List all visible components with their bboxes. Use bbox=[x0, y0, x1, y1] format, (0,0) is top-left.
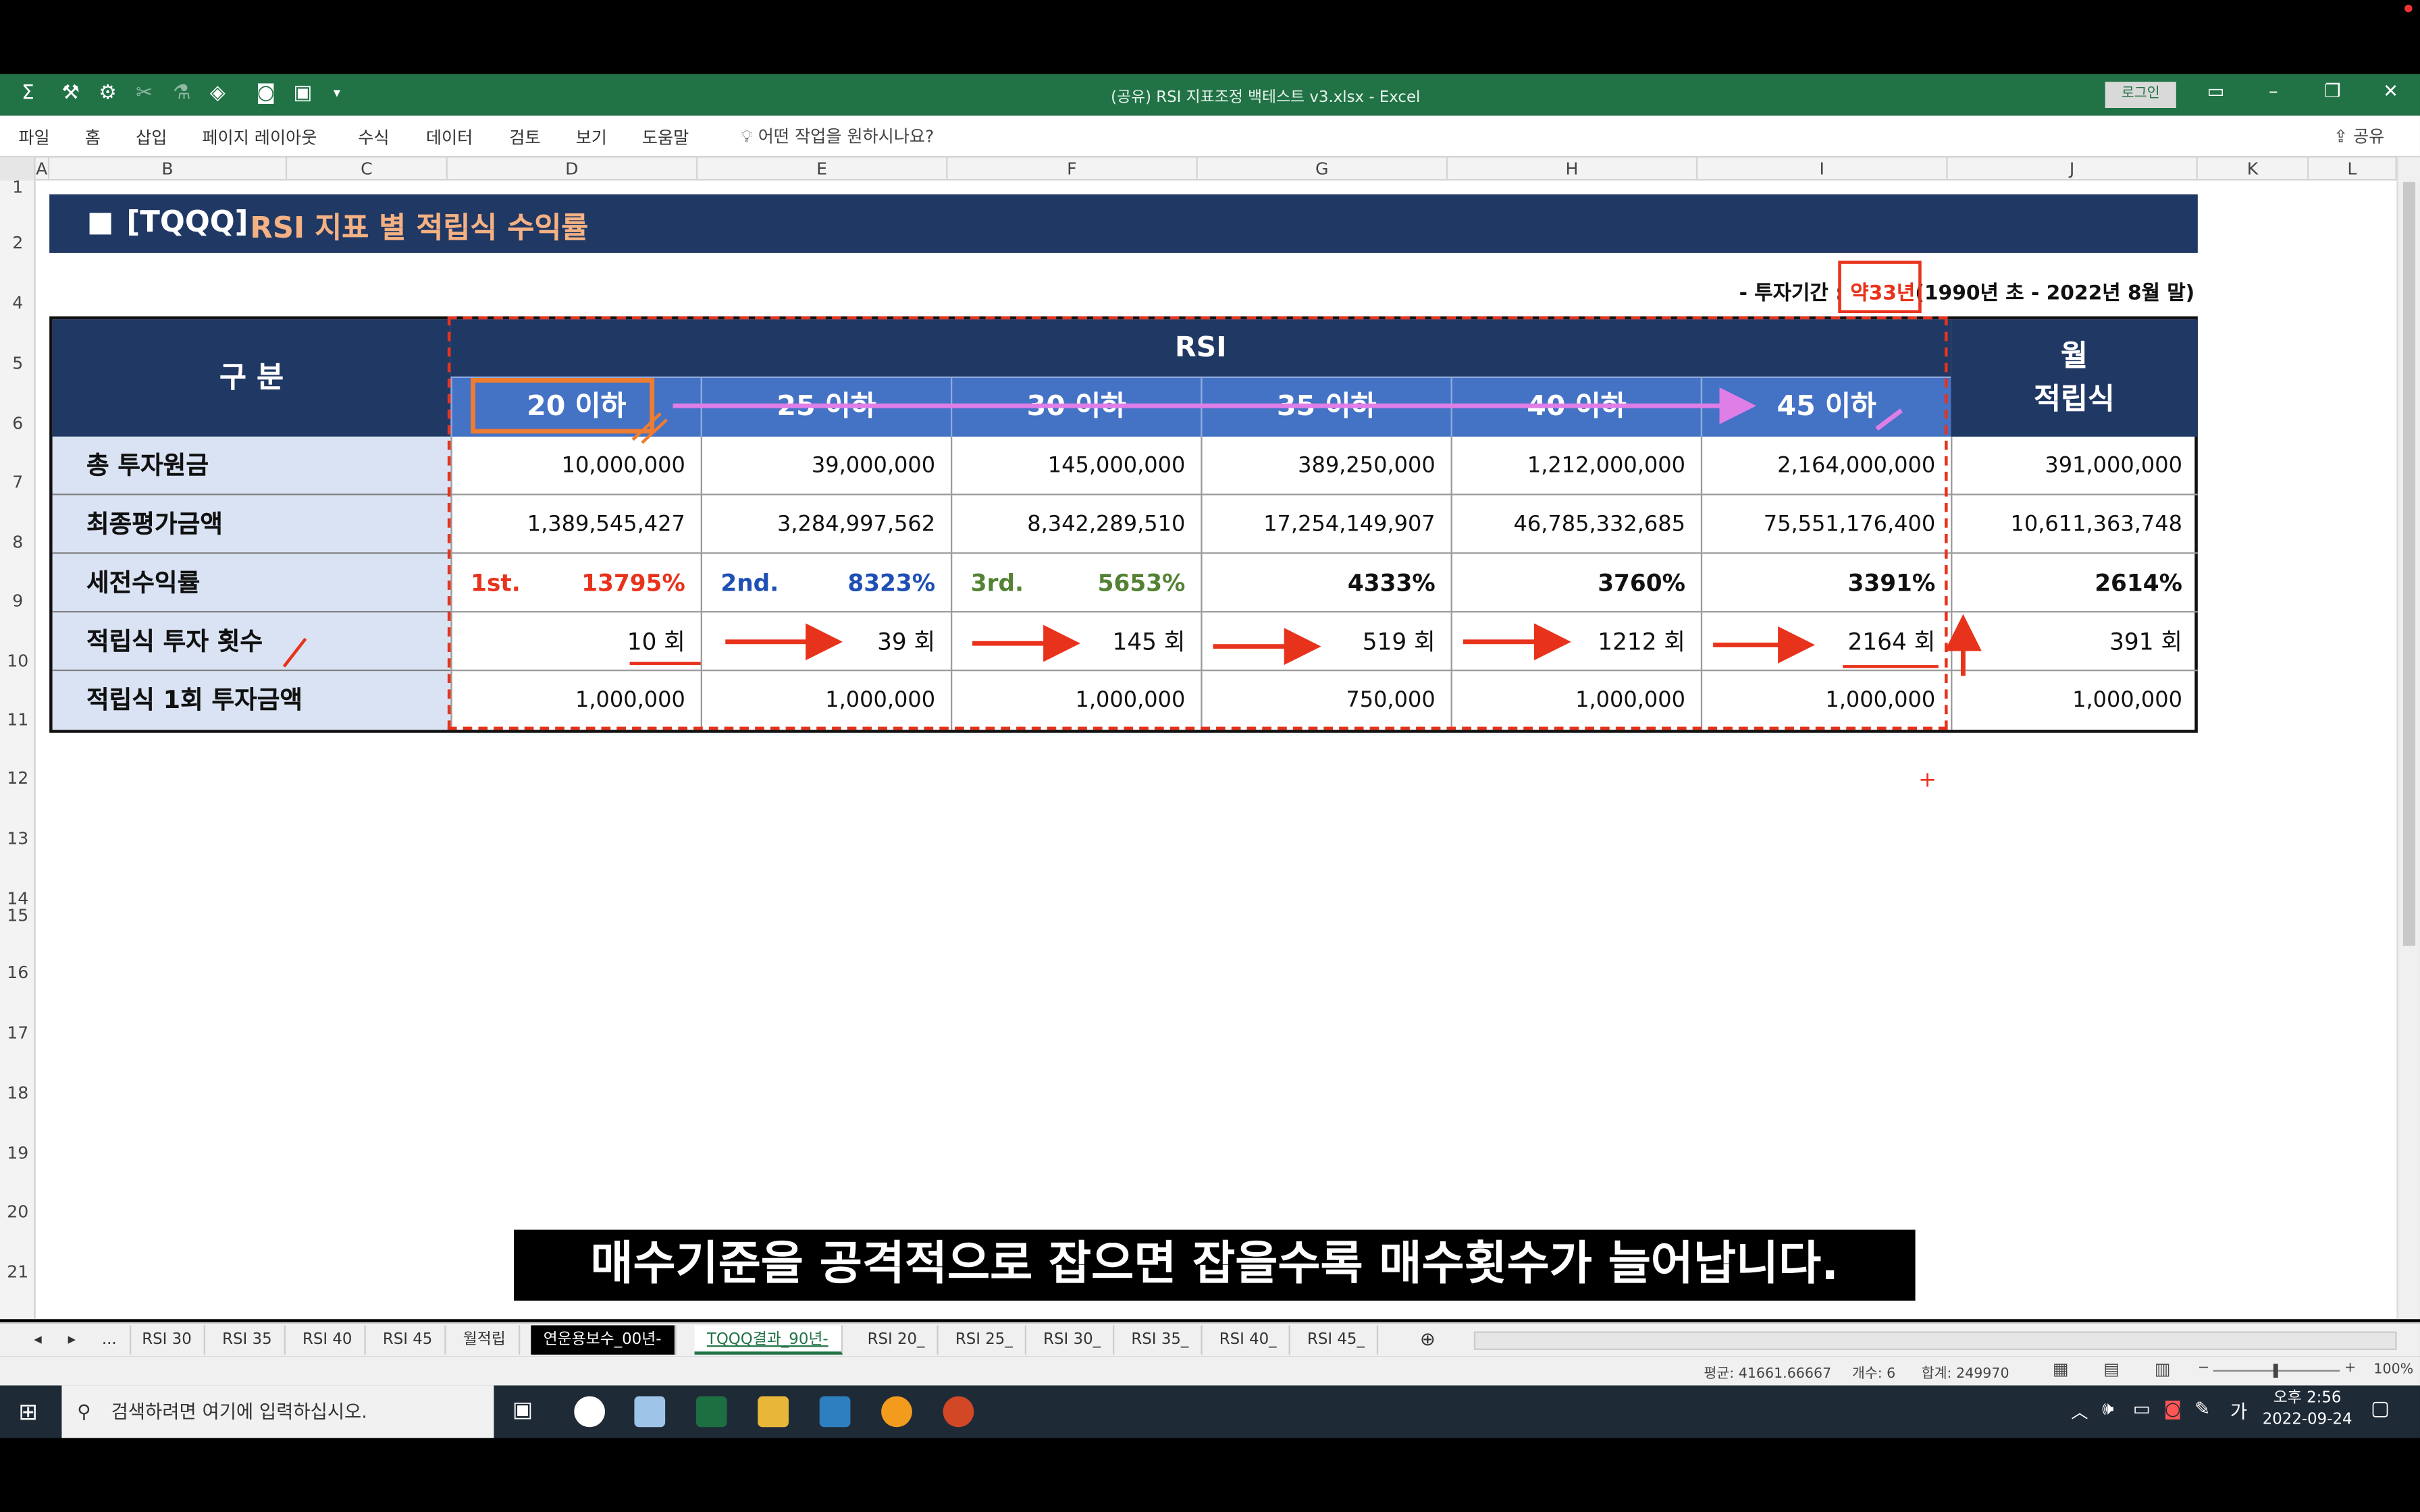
status-sum: 합계: 249970 bbox=[1921, 1367, 2009, 1382]
status-count: 개수: 6 bbox=[1851, 1367, 1896, 1382]
subtitle-caption: 매수기준을 공격적으로 잡으면 잡을수록 매수횟수가 늘어납니다. bbox=[514, 1229, 1916, 1301]
volume-icon[interactable]: 🕪︎ bbox=[2102, 1398, 2113, 1421]
search-icon: ⚲ bbox=[77, 1401, 91, 1423]
zoom-in-icon[interactable]: + bbox=[2344, 1361, 2356, 1376]
zoom-slider-thumb[interactable] bbox=[2273, 1364, 2278, 1378]
app-icon[interactable] bbox=[819, 1396, 851, 1428]
red-check-mark bbox=[282, 637, 307, 668]
tab-scroll-left-icon[interactable]: ◂ bbox=[22, 1325, 54, 1354]
clock-date: 2022-09-24 bbox=[2262, 1411, 2352, 1429]
file-explorer-icon[interactable] bbox=[758, 1396, 789, 1428]
tab-more-left[interactable]: ... bbox=[90, 1325, 131, 1355]
normal-view-icon[interactable]: ▦ bbox=[2053, 1359, 2069, 1380]
security-icon[interactable]: ◙ bbox=[2164, 1398, 2182, 1420]
page-break-icon[interactable]: ▥ bbox=[2155, 1359, 2171, 1380]
sheet-tab[interactable]: RSI 30_ bbox=[1031, 1325, 1115, 1355]
tab-scroll-right-icon[interactable]: ▸ bbox=[55, 1325, 88, 1354]
notification-icon[interactable]: ▢ bbox=[2371, 1398, 2390, 1421]
clock-time: 오후 2:56 bbox=[2273, 1390, 2342, 1407]
search-placeholder: 검색하려면 여기에 입력하십시오. bbox=[111, 1401, 368, 1423]
zoom-out-icon[interactable]: − bbox=[2198, 1361, 2209, 1376]
status-bar: 평균: 41661.66667 개수: 6 합계: 249970 ▦ ▤ ▥ −… bbox=[0, 1356, 2420, 1386]
orange-check-mark bbox=[631, 412, 668, 444]
notepad-icon[interactable] bbox=[634, 1396, 666, 1428]
network-icon[interactable]: ▭ bbox=[2133, 1398, 2151, 1420]
pink-check-mark bbox=[1875, 408, 1903, 431]
sheet-tab[interactable]: RSI 35 bbox=[210, 1325, 286, 1355]
windows-start-icon[interactable]: ⊞ bbox=[18, 1398, 38, 1426]
excel-icon[interactable] bbox=[695, 1396, 727, 1428]
horizontal-scrollbar[interactable] bbox=[1473, 1331, 2397, 1350]
add-sheet-icon[interactable]: ⊕ bbox=[1408, 1325, 1448, 1354]
sheet-tab[interactable]: 연운용보수_00년- bbox=[531, 1325, 676, 1355]
sheet-tab[interactable]: RSI 25_ bbox=[943, 1325, 1027, 1355]
powerpoint-icon[interactable] bbox=[943, 1396, 974, 1428]
page-layout-icon[interactable]: ▤ bbox=[2103, 1359, 2120, 1380]
status-average: 평균: 41661.66667 bbox=[1704, 1367, 1832, 1382]
whale-browser-icon[interactable] bbox=[574, 1396, 605, 1428]
pen-icon[interactable]: ✎ bbox=[2194, 1398, 2210, 1420]
sheet-tab-active[interactable]: TQQQ결과_90년- bbox=[694, 1325, 843, 1355]
zoom-level[interactable]: 100% bbox=[2373, 1362, 2413, 1378]
search-app-icon[interactable] bbox=[881, 1396, 912, 1428]
sheet-tab[interactable]: RSI 40_ bbox=[1207, 1325, 1291, 1355]
ime-indicator[interactable]: 가 bbox=[2230, 1398, 2247, 1424]
sheet-tab[interactable]: RSI 20_ bbox=[855, 1325, 939, 1355]
sheet-tab[interactable]: RSI 45_ bbox=[1295, 1325, 1379, 1355]
tray-chevron-icon[interactable]: ︿ bbox=[2071, 1399, 2088, 1424]
sheet-tab[interactable]: 월적립 bbox=[450, 1325, 520, 1355]
taskbar-search[interactable]: ⚲ 검색하려면 여기에 입력하십시오. bbox=[61, 1385, 494, 1438]
task-view-icon[interactable]: ▣ bbox=[512, 1398, 533, 1423]
sheet-tab[interactable]: RSI 45 bbox=[371, 1325, 446, 1355]
sheet-tab[interactable]: RSI 30 bbox=[130, 1325, 206, 1355]
sheet-tab[interactable]: RSI 35_ bbox=[1119, 1325, 1203, 1355]
sheet-tab-bar: ◂ ▸ ... RSI 30 RSI 35 RSI 40 RSI 45 월적립 … bbox=[0, 1322, 2420, 1357]
sheet-tab[interactable]: RSI 40 bbox=[290, 1325, 367, 1355]
windows-taskbar: ⊞ ⚲ 검색하려면 여기에 입력하십시오. ▣ ︿ 🕪︎ ▭ ◙ ✎ 가 오후 2… bbox=[0, 1385, 2420, 1438]
cursor-crosshair-icon: + bbox=[1918, 767, 1937, 792]
taskbar-clock[interactable]: 오후 2:56 2022-09-24 bbox=[2261, 1388, 2354, 1432]
